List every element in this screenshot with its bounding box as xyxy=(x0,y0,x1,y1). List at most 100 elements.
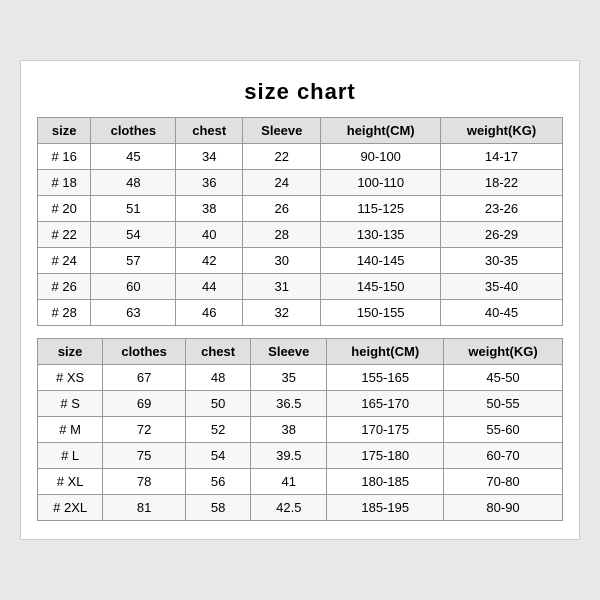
table-cell: 165-170 xyxy=(327,391,444,417)
table-cell: # XS xyxy=(38,365,103,391)
table-cell: 130-135 xyxy=(321,222,441,248)
table-cell: 50-55 xyxy=(444,391,563,417)
table-cell: 41 xyxy=(251,469,327,495)
table-cell: 39.5 xyxy=(251,443,327,469)
table-cell: 90-100 xyxy=(321,144,441,170)
table-cell: 56 xyxy=(185,469,250,495)
table2-body: # XS674835155-16545-50# S695036.5165-170… xyxy=(38,365,563,521)
table-cell: 70-80 xyxy=(444,469,563,495)
column-header: weight(KG) xyxy=(444,339,563,365)
table-cell: 54 xyxy=(91,222,176,248)
column-header: Sleeve xyxy=(243,118,321,144)
table-cell: 115-125 xyxy=(321,196,441,222)
table-cell: 55-60 xyxy=(444,417,563,443)
column-header: clothes xyxy=(103,339,186,365)
table-row: # L755439.5175-18060-70 xyxy=(38,443,563,469)
table-row: # 2XL815842.5185-19580-90 xyxy=(38,495,563,521)
table-cell: # 28 xyxy=(38,300,91,326)
table-row: # 22544028130-13526-29 xyxy=(38,222,563,248)
table-row: # 1645342290-10014-17 xyxy=(38,144,563,170)
table-cell: 31 xyxy=(243,274,321,300)
column-header: size xyxy=(38,118,91,144)
column-header: clothes xyxy=(91,118,176,144)
table-row: # 26604431145-15035-40 xyxy=(38,274,563,300)
table-cell: 23-26 xyxy=(441,196,563,222)
table-cell: 46 xyxy=(176,300,243,326)
chart-title: size chart xyxy=(37,79,563,105)
table-cell: 34 xyxy=(176,144,243,170)
column-header: chest xyxy=(185,339,250,365)
table-cell: 35-40 xyxy=(441,274,563,300)
table-cell: # L xyxy=(38,443,103,469)
table-cell: 48 xyxy=(185,365,250,391)
table-cell: 36.5 xyxy=(251,391,327,417)
table-cell: # 16 xyxy=(38,144,91,170)
table-cell: 78 xyxy=(103,469,186,495)
table-cell: 35 xyxy=(251,365,327,391)
table-cell: 52 xyxy=(185,417,250,443)
table-cell: # 24 xyxy=(38,248,91,274)
table-cell: 175-180 xyxy=(327,443,444,469)
table-row: # XS674835155-16545-50 xyxy=(38,365,563,391)
table-cell: 44 xyxy=(176,274,243,300)
table-cell: 32 xyxy=(243,300,321,326)
table-cell: 40 xyxy=(176,222,243,248)
table1-header: sizeclotheschestSleeveheight(CM)weight(K… xyxy=(38,118,563,144)
table-row: # XL785641180-18570-80 xyxy=(38,469,563,495)
table-cell: 45-50 xyxy=(444,365,563,391)
column-header: chest xyxy=(176,118,243,144)
table-cell: 45 xyxy=(91,144,176,170)
table-cell: 69 xyxy=(103,391,186,417)
table-row: # 18483624100-11018-22 xyxy=(38,170,563,196)
table-cell: # M xyxy=(38,417,103,443)
table-row: # 20513826115-12523-26 xyxy=(38,196,563,222)
table-cell: 28 xyxy=(243,222,321,248)
table-cell: # 26 xyxy=(38,274,91,300)
table-cell: 81 xyxy=(103,495,186,521)
table1-header-row: sizeclotheschestSleeveheight(CM)weight(K… xyxy=(38,118,563,144)
table-cell: 30 xyxy=(243,248,321,274)
table-cell: 22 xyxy=(243,144,321,170)
table-cell: 24 xyxy=(243,170,321,196)
table-cell: 72 xyxy=(103,417,186,443)
table-cell: 63 xyxy=(91,300,176,326)
table-cell: # 2XL xyxy=(38,495,103,521)
table-row: # M725238170-17555-60 xyxy=(38,417,563,443)
table-cell: 36 xyxy=(176,170,243,196)
table-cell: 58 xyxy=(185,495,250,521)
table-cell: 155-165 xyxy=(327,365,444,391)
table-cell: 54 xyxy=(185,443,250,469)
table-cell: 75 xyxy=(103,443,186,469)
table-cell: 38 xyxy=(176,196,243,222)
column-header: weight(KG) xyxy=(441,118,563,144)
table-cell: 26 xyxy=(243,196,321,222)
table-cell: 42.5 xyxy=(251,495,327,521)
table-cell: 38 xyxy=(251,417,327,443)
table-cell: 150-155 xyxy=(321,300,441,326)
table-cell: 57 xyxy=(91,248,176,274)
table-cell: 48 xyxy=(91,170,176,196)
table-cell: 26-29 xyxy=(441,222,563,248)
table-cell: 14-17 xyxy=(441,144,563,170)
column-header: height(CM) xyxy=(321,118,441,144)
table-cell: 185-195 xyxy=(327,495,444,521)
table-cell: 140-145 xyxy=(321,248,441,274)
table-cell: # S xyxy=(38,391,103,417)
column-header: height(CM) xyxy=(327,339,444,365)
column-header: size xyxy=(38,339,103,365)
table1-body: # 1645342290-10014-17# 18483624100-11018… xyxy=(38,144,563,326)
table-cell: 51 xyxy=(91,196,176,222)
table-cell: 30-35 xyxy=(441,248,563,274)
table-row: # 28634632150-15540-45 xyxy=(38,300,563,326)
size-table-1: sizeclotheschestSleeveheight(CM)weight(K… xyxy=(37,117,563,326)
table-cell: 180-185 xyxy=(327,469,444,495)
table-cell: 145-150 xyxy=(321,274,441,300)
table-row: # S695036.5165-17050-55 xyxy=(38,391,563,417)
table-cell: 50 xyxy=(185,391,250,417)
column-header: Sleeve xyxy=(251,339,327,365)
table-cell: 170-175 xyxy=(327,417,444,443)
size-table-2: sizeclotheschestSleeveheight(CM)weight(K… xyxy=(37,338,563,521)
table-cell: 18-22 xyxy=(441,170,563,196)
table-cell: 67 xyxy=(103,365,186,391)
table-cell: 60 xyxy=(91,274,176,300)
